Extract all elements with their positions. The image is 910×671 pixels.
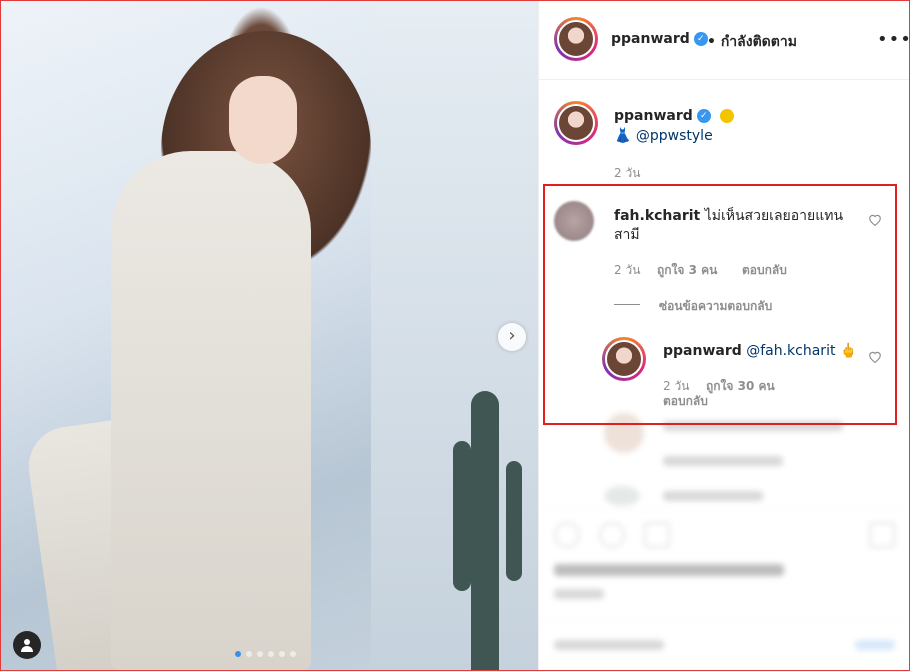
photo-face [229, 76, 297, 164]
comment-icon[interactable] [599, 522, 625, 548]
caption-text: 👗 @ppwstyle [614, 128, 713, 144]
blurred-text [663, 456, 783, 466]
post-actions [539, 509, 909, 558]
carousel-dot [246, 651, 252, 657]
carousel-dot [268, 651, 274, 657]
caption-author[interactable]: ppanward ✓ [614, 108, 734, 124]
photo-suit [111, 151, 311, 670]
post-header: ppanward ✓ • กำลังติดตาม ••• [539, 1, 909, 80]
screenshot-frame: › ppanward ✓ • กำลังติดตาม ••• ppanward ✓ [0, 0, 910, 671]
chevron-right-icon[interactable]: › [498, 323, 526, 351]
blurred-placeholder [554, 640, 664, 650]
carousel-dots [235, 651, 296, 657]
carousel-dot [279, 651, 285, 657]
caption-time[interactable]: 2 วัน [614, 164, 640, 183]
caption-avatar[interactable] [554, 101, 598, 145]
carousel-dot [290, 651, 296, 657]
add-comment-bar[interactable] [539, 621, 909, 670]
bookmark-icon[interactable] [869, 522, 895, 548]
blurred-date [554, 589, 604, 599]
person-glyph [21, 639, 33, 652]
highlight-box [543, 184, 897, 425]
cactus-arm [506, 461, 522, 581]
sun-emoji-icon [719, 109, 734, 123]
share-icon[interactable] [644, 522, 670, 548]
verified-badge-icon: ✓ [696, 109, 711, 123]
author-avatar[interactable] [554, 17, 598, 61]
verified-badge-icon: ✓ [693, 32, 708, 46]
dress-emoji-icon: 👗 [614, 128, 632, 144]
cactus-arm [453, 441, 471, 591]
more-options-icon[interactable]: ••• [877, 29, 909, 50]
heart-icon[interactable] [554, 522, 580, 548]
blurred-avatar [604, 486, 640, 506]
author-username[interactable]: ppanward [611, 31, 690, 47]
cactus [471, 391, 499, 670]
author-name[interactable]: ppanward ✓ [611, 31, 708, 47]
caption-mention-link[interactable]: @ppwstyle [636, 128, 713, 144]
blurred-likes-text [554, 564, 784, 576]
post-photo[interactable]: › [1, 1, 538, 670]
blurred-post-button [855, 640, 895, 650]
caption-username[interactable]: ppanward [614, 108, 693, 124]
carousel-dot [235, 651, 241, 657]
carousel-dot [257, 651, 263, 657]
follow-status[interactable]: • กำลังติดตาม [707, 31, 797, 53]
blurred-text [663, 491, 763, 501]
person-icon[interactable] [13, 631, 41, 659]
